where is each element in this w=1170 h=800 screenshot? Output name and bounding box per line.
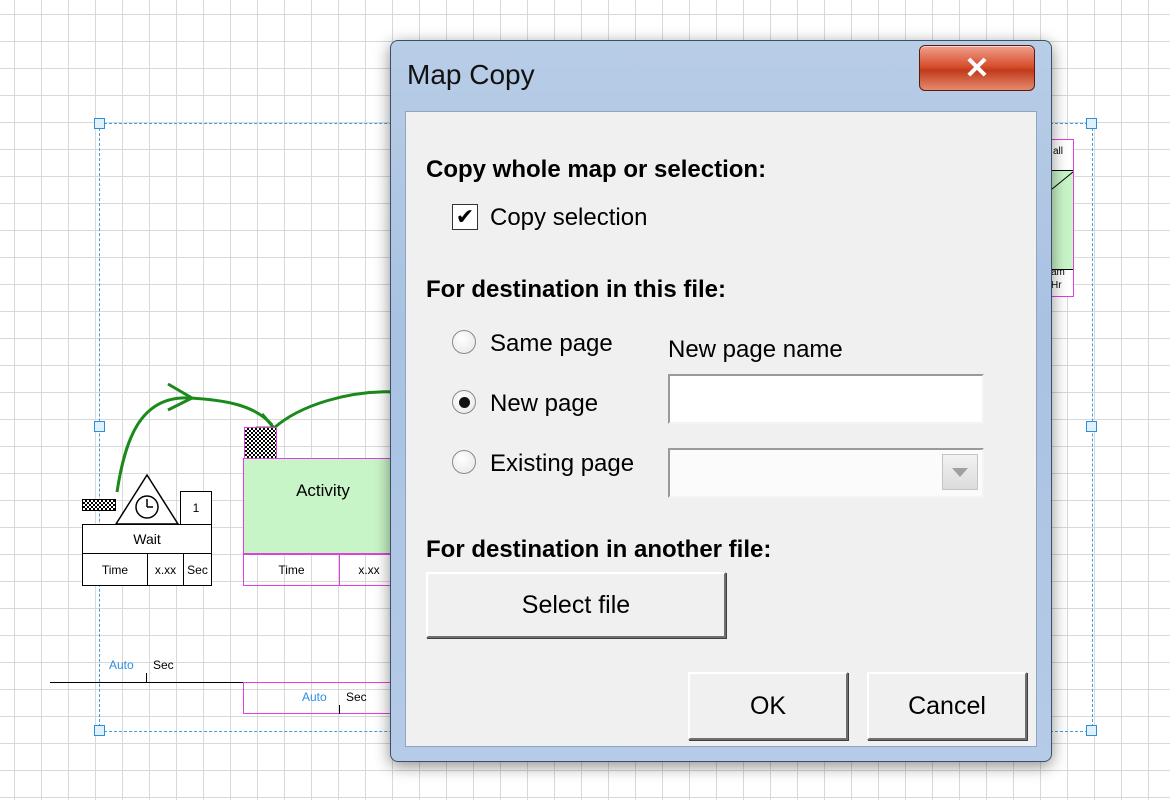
timeline-left-line (50, 682, 245, 683)
timeline-left-tick (146, 673, 147, 683)
radio-existing-page[interactable] (452, 450, 476, 474)
radio-new-page[interactable] (452, 390, 476, 414)
radio-existing-page-label[interactable]: Existing page (490, 450, 634, 478)
wait-time-unit: Sec (183, 553, 212, 586)
close-icon: ✕ (964, 51, 990, 85)
new-page-name-label: New page name (668, 336, 843, 363)
flow-arrow-head-end (256, 413, 278, 430)
copy-selection-checkbox[interactable]: ✔ (452, 204, 478, 230)
flow-arrow-activity-out (273, 390, 396, 430)
checkmark-icon: ✔ (455, 204, 475, 229)
wait-shape-top[interactable]: 1 (82, 473, 212, 525)
existing-page-select[interactable] (668, 448, 984, 498)
wait-clock-triangle (114, 473, 180, 525)
copy-selection-label[interactable]: Copy selection (490, 204, 647, 232)
wait-time-label: Time (82, 553, 148, 586)
section-other-file-heading: For destination in another file: (426, 536, 772, 563)
timeline-left-mode: Auto (109, 658, 134, 672)
radio-new-page-label[interactable]: New page (490, 390, 598, 418)
wait-checker-bar (82, 499, 116, 511)
radio-same-page[interactable] (452, 330, 476, 354)
select-file-button[interactable]: Select file (426, 572, 726, 638)
dropdown-arrow[interactable] (942, 454, 978, 490)
radio-same-page-label[interactable]: Same page (490, 330, 613, 358)
timeline-right-unit: Sec (346, 690, 367, 704)
partial-shape-top-text: all (1053, 146, 1064, 157)
map-copy-dialog: Map Copy ✕ Copy whole map or selection: … (390, 40, 1052, 762)
timeline-left-unit: Sec (153, 658, 174, 672)
activity-label[interactable]: Activity (243, 458, 403, 554)
close-button[interactable]: ✕ (919, 45, 1035, 91)
new-page-name-input[interactable] (668, 374, 984, 424)
section-copy-heading: Copy whole map or selection: (426, 156, 767, 183)
dialog-client-area: Copy whole map or selection: ✔ Copy sele… (405, 111, 1037, 747)
activity-time-label: Time (243, 554, 340, 586)
activity-checker-tab (244, 427, 277, 459)
cancel-button[interactable]: Cancel (867, 672, 1027, 740)
timeline-right-mode: Auto (302, 690, 327, 704)
partial-shape-bottom-text-1: am (1051, 267, 1065, 278)
wait-label: Wait (82, 524, 212, 554)
radio-selected-dot (458, 396, 470, 408)
partial-shape-bottom-text-2: Hr (1051, 280, 1062, 291)
section-this-file-heading: For destination in this file: (426, 276, 726, 303)
dialog-title: Map Copy (407, 59, 535, 90)
wait-time-value: x.xx (147, 553, 184, 586)
wait-count: 1 (180, 491, 212, 525)
ok-button[interactable]: OK (688, 672, 848, 740)
timeline-right-tick (339, 705, 340, 714)
chevron-down-icon (952, 468, 968, 477)
